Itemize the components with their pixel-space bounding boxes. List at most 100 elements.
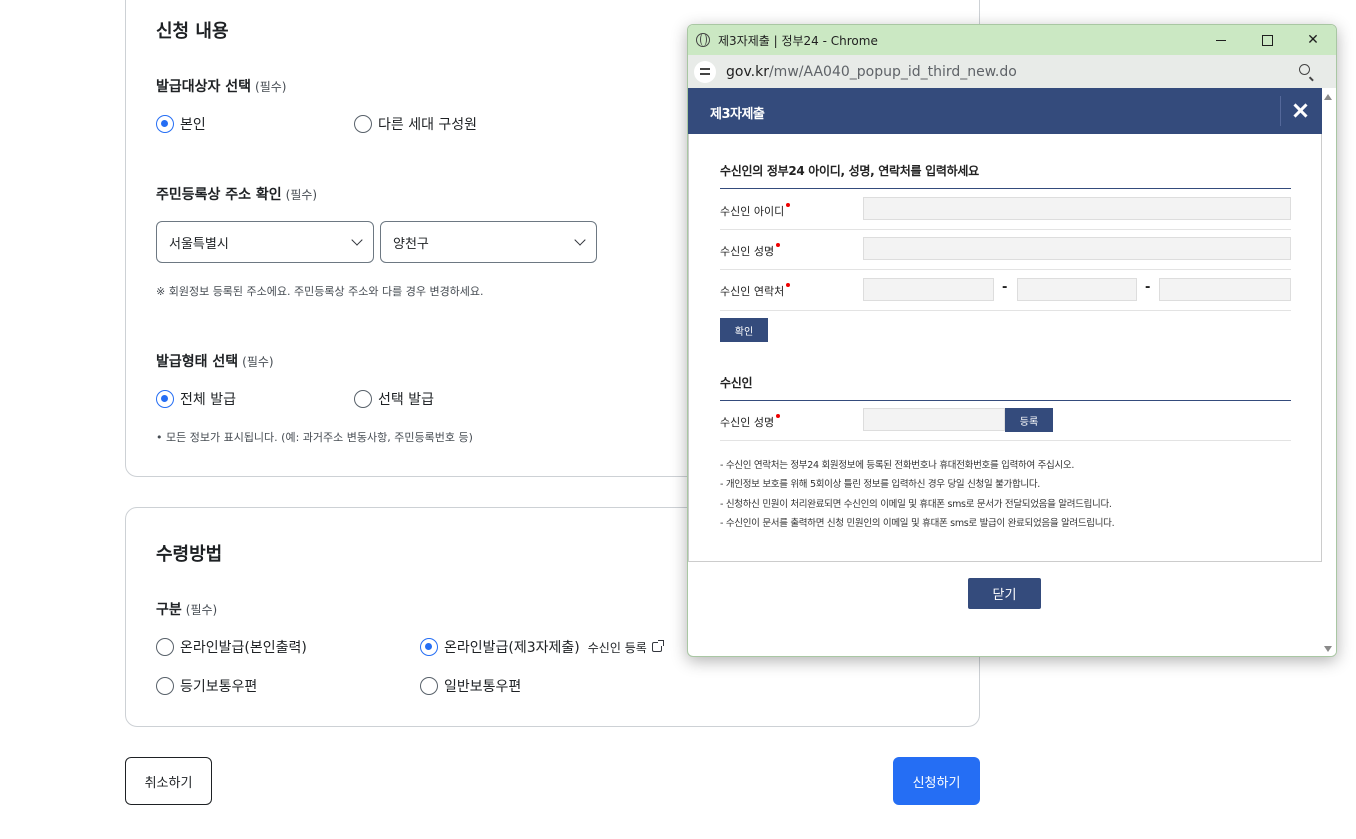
radio-other-member-label: 다른 세대 구성원 — [378, 117, 478, 133]
radio-circle[interactable] — [420, 677, 438, 695]
modal-header: 제3자제출 — [688, 88, 1322, 134]
section-divider — [720, 188, 1291, 189]
notice-list: - 수신인 연락처는 정부24 회원정보에 등록된 전화번호나 휴대전화번호를 … — [720, 456, 1115, 533]
radio-circle-checked[interactable] — [156, 390, 174, 408]
issue-type-label-text: 발급형태 선택 — [156, 354, 239, 370]
row-divider — [720, 229, 1291, 230]
scrollbar[interactable] — [1321, 88, 1336, 656]
recipient-heading: 수신인 — [720, 376, 753, 390]
scroll-down-arrow-icon[interactable] — [1324, 646, 1332, 652]
radio-full-issue-label: 전체 발급 — [180, 392, 236, 408]
phone-part2-input[interactable] — [1017, 278, 1137, 301]
receive-type-label: 구분 (필수) — [156, 599, 217, 619]
recipient-id-input[interactable] — [863, 197, 1291, 220]
required-dot — [776, 243, 781, 247]
radio-online-self-label: 온라인발급(본인출력) — [180, 640, 307, 656]
district-select[interactable]: 양천구 — [380, 221, 597, 263]
radio-self[interactable]: 본인 — [156, 114, 206, 134]
radio-registered-mail[interactable]: 등기보통우편 — [156, 676, 257, 696]
window-titlebar[interactable]: 제3자제출 | 정부24 - Chrome ✕ — [688, 25, 1336, 55]
city-select-value: 서울특별시 — [169, 236, 229, 252]
issue-type-label: 발급형태 선택 (필수) — [156, 351, 274, 371]
radio-select-issue-label: 선택 발급 — [378, 392, 434, 408]
radio-online-third[interactable]: 온라인발급(제3자제출) 수신인 등록 — [420, 637, 664, 657]
recipient-id-label-text: 수신인 아이디 — [720, 205, 785, 218]
row-divider — [720, 269, 1291, 270]
notice-item: - 신청하신 민원이 처리완료되면 수신인의 이메일 및 휴대폰 sms로 문서… — [720, 498, 1112, 510]
maximize-button[interactable] — [1244, 25, 1290, 55]
phone-dash: - — [1145, 280, 1151, 295]
radio-circle[interactable] — [156, 677, 174, 695]
address-bar[interactable]: gov.kr/mw/AA040_popup_id_third_new.do — [688, 55, 1336, 88]
required-mark: (필수) — [185, 603, 218, 617]
recipient-name-input[interactable] — [863, 237, 1291, 260]
radio-circle[interactable] — [354, 390, 372, 408]
address-label: 주민등록상 주소 확인 (필수) — [156, 184, 317, 204]
phone-part1-input[interactable] — [863, 278, 994, 301]
url-host: gov.kr — [726, 63, 769, 80]
radio-circle[interactable] — [156, 638, 174, 656]
notice-item: - 수신인 연락처는 정부24 회원정보에 등록된 전화번호나 휴대전화번호를 … — [720, 460, 1075, 471]
notice-item: - 개인정보 보호를 위해 5회이상 틀린 정보를 입력하신 경우 당일 신청일… — [720, 479, 1041, 491]
scroll-up-arrow-icon[interactable] — [1324, 94, 1332, 100]
recipient-name-label-text: 수신인 성명 — [720, 245, 775, 258]
radio-registered-mail-label: 등기보통우편 — [180, 679, 258, 695]
window-close-button[interactable]: ✕ — [1290, 25, 1336, 55]
radio-circle-checked[interactable] — [420, 638, 438, 656]
required-mark: (필수) — [255, 80, 287, 94]
address-label-text: 주민등록상 주소 확인 — [156, 187, 282, 203]
modal-title: 제3자제출 — [710, 107, 765, 122]
radio-full-issue[interactable]: 전체 발급 — [156, 389, 236, 409]
recipient-id-label: 수신인 아이디 — [720, 203, 791, 219]
section-divider — [720, 400, 1291, 401]
recipient-final-name-label-text: 수신인 성명 — [720, 416, 775, 429]
required-mark: (필수) — [285, 188, 318, 202]
site-settings-icon[interactable] — [694, 60, 716, 83]
radio-online-self[interactable]: 온라인발급(본인출력) — [156, 637, 307, 657]
external-link-icon[interactable] — [651, 640, 664, 652]
register-button[interactable]: 등록 — [1005, 408, 1053, 432]
address-help: ※ 회원정보 등록된 주소에요. 주민등록상 주소와 다를 경우 변경하세요. — [156, 285, 484, 298]
radio-select-issue[interactable]: 선택 발급 — [354, 389, 434, 409]
chevron-down-icon — [351, 234, 363, 246]
recipient-name-label: 수신인 성명 — [720, 243, 781, 259]
row-divider — [720, 310, 1291, 311]
phone-dash: - — [1002, 280, 1008, 295]
receive-type-label-text: 구분 — [156, 602, 182, 618]
confirm-button[interactable]: 확인 — [720, 318, 768, 342]
city-select[interactable]: 서울특별시 — [156, 221, 374, 263]
minimize-button[interactable] — [1198, 25, 1244, 55]
radio-other-member[interactable]: 다른 세대 구성원 — [354, 114, 477, 134]
issue-type-help: • 모든 정보가 표시됩니다. (예: 과거주소 변동사항, 주민등록번호 등) — [156, 431, 473, 444]
notice-item: - 수신인이 문서를 출력하면 신청 민원인의 이메일 및 휴대폰 sms로 발… — [720, 517, 1115, 529]
row-divider — [720, 440, 1291, 441]
modal-body: 수신인의 정부24 아이디, 성명, 연락처를 입력하세요 수신인 아이디 수신… — [688, 134, 1322, 562]
required-dot — [776, 414, 781, 418]
recipient-final-name-label: 수신인 성명 — [720, 414, 781, 430]
recipient-phone-label: 수신인 연락처 — [720, 283, 791, 299]
district-select-value: 양천구 — [393, 236, 429, 252]
globe-icon — [696, 33, 710, 47]
recipient-register-link[interactable]: 수신인 등록 — [588, 639, 647, 656]
recipient-final-name-input[interactable] — [863, 408, 1005, 431]
close-button[interactable]: 닫기 — [968, 578, 1041, 609]
header-divider — [1280, 96, 1281, 126]
zoom-icon[interactable] — [1299, 64, 1310, 75]
radio-circle-checked[interactable] — [156, 115, 174, 133]
radio-circle[interactable] — [354, 115, 372, 133]
chevron-down-icon — [574, 234, 586, 246]
close-icon[interactable] — [1290, 99, 1312, 121]
cancel-button[interactable]: 취소하기 — [125, 757, 212, 805]
submit-button[interactable]: 신청하기 — [893, 757, 980, 805]
apply-section-title: 신청 내용 — [156, 21, 229, 42]
phone-part3-input[interactable] — [1159, 278, 1291, 301]
required-mark: (필수) — [242, 355, 274, 369]
radio-online-third-label: 온라인발급(제3자제출) — [444, 640, 580, 656]
radio-self-label: 본인 — [180, 117, 206, 133]
url-path: /mw/AA040_popup_id_third_new.do — [768, 63, 1017, 80]
radio-normal-mail-label: 일반보통우편 — [444, 679, 522, 695]
recipient-input-heading: 수신인의 정부24 아이디, 성명, 연락처를 입력하세요 — [720, 164, 979, 178]
url-text[interactable]: gov.kr/mw/AA040_popup_id_third_new.do — [726, 64, 1017, 80]
radio-normal-mail[interactable]: 일반보통우편 — [420, 676, 521, 696]
target-label: 발급대상자 선택 (필수) — [156, 76, 287, 96]
